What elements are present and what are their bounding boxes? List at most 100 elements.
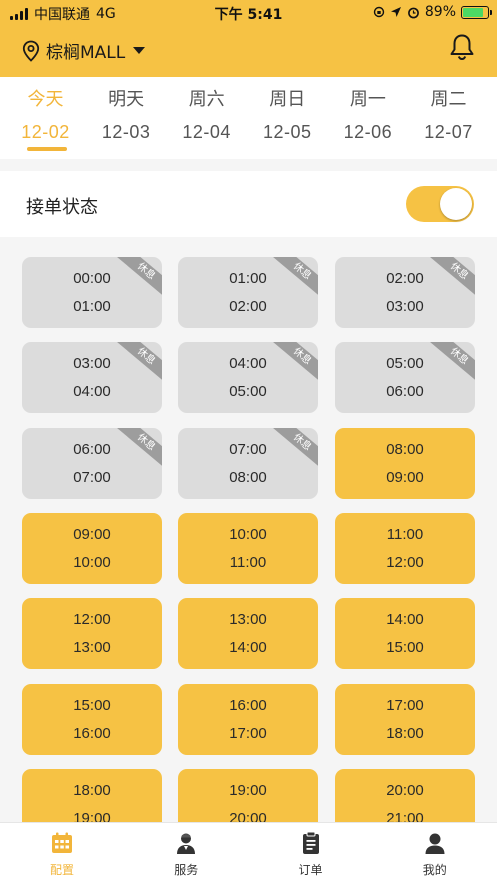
date-tab-12-04[interactable]: 周六 12-04 <box>166 85 247 143</box>
calendar-grid-icon <box>0 831 124 859</box>
clipboard-icon <box>249 831 373 859</box>
slot-end-time: 17:00 <box>229 724 267 742</box>
slot-end-time: 01:00 <box>73 298 111 315</box>
tab-label: 我的 <box>422 863 447 877</box>
app-header: 中国联通 4G 下午 5:41 89% 棕榈MALL <box>0 0 497 77</box>
slot-end-time: 02:00 <box>229 298 267 315</box>
tab-label: 服务 <box>174 863 199 877</box>
time-slot-1400[interactable]: 14:00 15:00 <box>335 598 475 670</box>
slot-end-time: 12:00 <box>386 553 424 571</box>
date-tab-12-03[interactable]: 明天 12-03 <box>86 85 167 143</box>
slot-end-time: 08:00 <box>229 468 267 486</box>
tab-label: 订单 <box>298 863 323 877</box>
slot-end-time: 15:00 <box>386 639 424 657</box>
slot-start-time: 20:00 <box>386 781 424 799</box>
chevron-down-icon <box>133 47 146 54</box>
slot-end-time: 06:00 <box>386 383 424 401</box>
slot-start-time: 10:00 <box>229 525 267 543</box>
time-slot-1900[interactable]: 19:00 20:00 <box>178 768 318 822</box>
slot-end-time: 05:00 <box>229 383 267 401</box>
time-slot-0400[interactable]: 04:00 05:00 休息 <box>178 342 318 414</box>
tab-配置[interactable]: 配置 <box>0 831 124 878</box>
time-slot-1300[interactable]: 13:00 14:00 <box>178 598 318 670</box>
time-slot-0900[interactable]: 09:00 10:00 <box>22 512 162 584</box>
date-tab-12-06[interactable]: 周一 12-06 <box>327 85 408 143</box>
slot-end-time: 21:00 <box>386 809 424 822</box>
battery-percent: 89% <box>424 4 456 20</box>
time-slot-0100[interactable]: 01:00 02:00 休息 <box>178 257 318 328</box>
date-tab-day: 周二 <box>430 89 467 110</box>
status-bar: 中国联通 4G 下午 5:41 89% <box>0 0 497 26</box>
date-tab-day: 周六 <box>188 89 225 110</box>
date-tab-day: 今天 <box>27 89 64 110</box>
date-tab-date: 12-06 <box>343 122 393 142</box>
location-pin-icon <box>22 40 40 62</box>
bottom-tab-bar: 配置 服务 订单 我的 <box>0 822 497 883</box>
date-tab-date: 12-05 <box>263 122 312 142</box>
time-slot-1100[interactable]: 11:00 12:00 <box>335 512 475 584</box>
time-slot-0700[interactable]: 07:00 08:00 休息 <box>178 427 318 499</box>
date-tab-12-05[interactable]: 周日 12-05 <box>247 85 328 143</box>
user-icon <box>373 831 497 859</box>
tab-订单[interactable]: 订单 <box>249 831 373 878</box>
time-slot-grid: 00:00 01:00 休息 01:00 02:00 休息 02:00 03:00 休息 03:0… <box>0 237 497 822</box>
slot-end-time: 04:00 <box>73 383 111 401</box>
time-slot-0300[interactable]: 03:00 04:00 休息 <box>22 342 162 414</box>
service-person-icon <box>124 831 248 859</box>
slot-end-time: 03:00 <box>386 298 424 315</box>
date-tab-12-07[interactable]: 周二 12-07 <box>408 85 489 143</box>
battery-icon <box>461 5 492 19</box>
slot-start-time: 14:00 <box>386 611 424 629</box>
date-tab-day: 周一 <box>349 89 386 110</box>
date-tabs: 今天 12-02 明天 12-03 周六 12-04 周日 12-05 周一 12-06 周二 12-… <box>0 77 497 159</box>
battery-level <box>463 7 484 17</box>
date-tab-date: 12-04 <box>182 122 231 142</box>
slot-start-time: 08:00 <box>386 440 424 458</box>
date-tab-12-02[interactable]: 今天 12-02 <box>5 85 86 143</box>
time-slot-1800[interactable]: 18:00 19:00 <box>22 768 162 822</box>
slot-end-time: 19:00 <box>73 809 111 822</box>
time-slot-1600[interactable]: 16:00 17:00 <box>178 683 318 755</box>
location-arrow-icon <box>390 7 401 17</box>
slot-end-time: 14:00 <box>229 639 267 657</box>
slot-end-time: 13:00 <box>73 639 111 657</box>
order-status-label: 接单状态 <box>26 197 98 218</box>
time-slot-0600[interactable]: 06:00 07:00 休息 <box>22 427 162 499</box>
toggle-knob <box>440 188 472 220</box>
time-slot-0800[interactable]: 08:00 09:00 <box>335 427 475 499</box>
slot-start-time: 15:00 <box>73 696 111 714</box>
date-tab-date: 12-02 <box>21 122 70 142</box>
time-slot-1200[interactable]: 12:00 13:00 <box>22 598 162 670</box>
slot-end-time: 07:00 <box>73 468 111 486</box>
time-slot-1000[interactable]: 10:00 11:00 <box>178 512 318 584</box>
slot-end-time: 10:00 <box>73 553 111 571</box>
slot-start-time: 17:00 <box>386 696 424 714</box>
time-slot-0200[interactable]: 02:00 03:00 休息 <box>335 257 475 328</box>
slot-end-time: 16:00 <box>73 724 111 742</box>
order-status-toggle[interactable] <box>406 186 474 222</box>
slot-start-time: 09:00 <box>73 525 111 543</box>
alarm-icon <box>407 7 419 18</box>
time-slot-0500[interactable]: 05:00 06:00 休息 <box>335 342 475 414</box>
tab-我的[interactable]: 我的 <box>373 831 497 878</box>
tab-服务[interactable]: 服务 <box>124 831 248 878</box>
time-slot-2000[interactable]: 20:00 21:00 <box>335 768 475 822</box>
bell-icon[interactable] <box>449 33 475 61</box>
time-slot-1700[interactable]: 17:00 18:00 <box>335 683 475 755</box>
date-tab-day: 周日 <box>269 89 306 110</box>
slot-start-time: 16:00 <box>229 696 267 714</box>
slot-start-time: 18:00 <box>73 781 111 799</box>
slot-end-time: 18:00 <box>386 724 424 742</box>
active-tab-indicator <box>27 147 67 151</box>
time-slot-1500[interactable]: 15:00 16:00 <box>22 683 162 755</box>
date-tab-date: 12-03 <box>101 122 151 142</box>
date-tab-day: 明天 <box>108 89 145 110</box>
slot-end-time: 11:00 <box>229 553 267 571</box>
location-selector[interactable]: 棕榈MALL <box>22 38 146 63</box>
rotation-lock-icon <box>373 6 385 18</box>
time-slot-0000[interactable]: 00:00 01:00 休息 <box>22 257 162 328</box>
location-name: 棕榈MALL <box>46 43 126 63</box>
slot-start-time: 19:00 <box>229 781 267 799</box>
slot-start-time: 13:00 <box>229 611 267 629</box>
date-tab-date: 12-07 <box>424 122 473 142</box>
